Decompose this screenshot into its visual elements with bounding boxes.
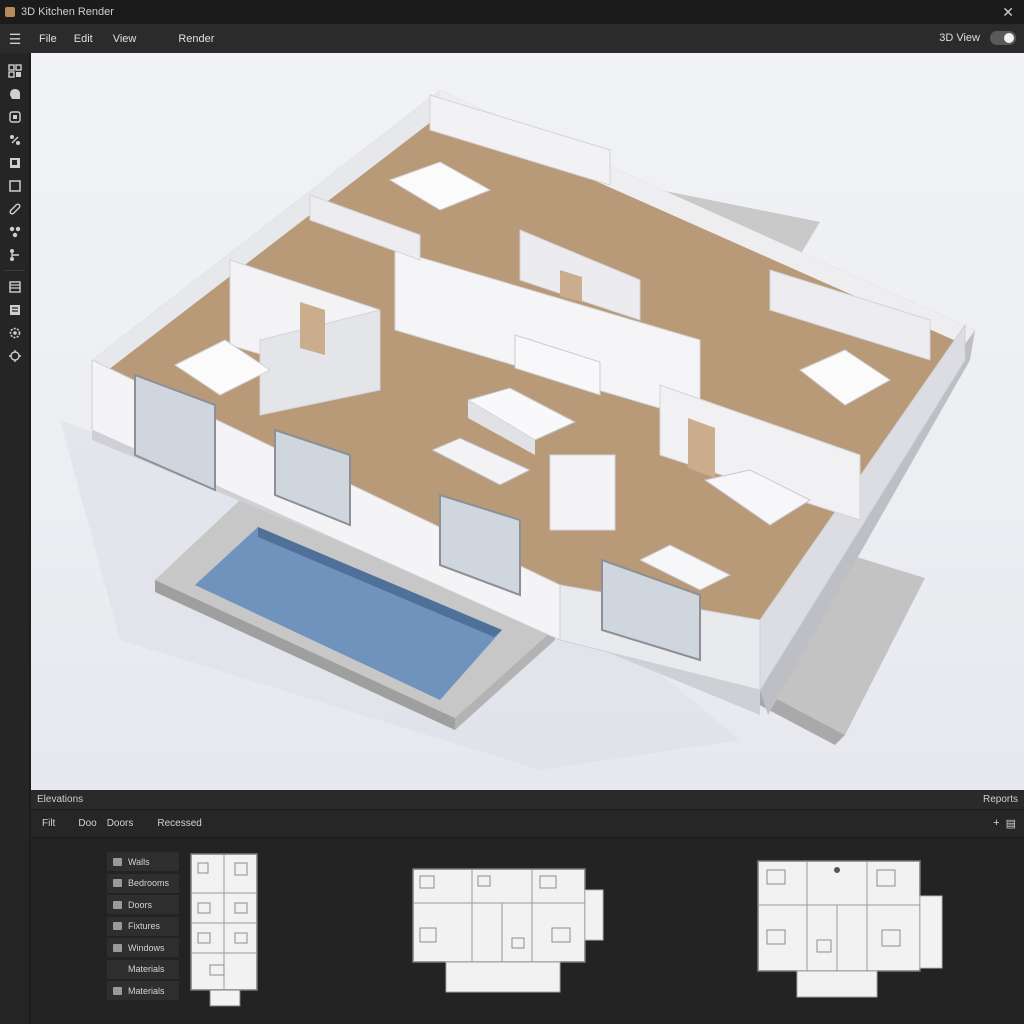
- layer-label: Materials: [128, 964, 165, 974]
- window-title: 3D Kitchen Render: [21, 6, 114, 18]
- hamburger-menu-icon[interactable]: ☰: [0, 31, 30, 48]
- material-icon: [113, 986, 122, 995]
- tool-rail: [0, 53, 30, 1024]
- tool-separator: [4, 270, 25, 271]
- floorplan-3d-render: [60, 90, 975, 770]
- title-bar: 3D Kitchen Render ✕: [0, 0, 1024, 25]
- wall-icon: [113, 857, 122, 866]
- layer-doors[interactable]: Doors: [107, 895, 179, 914]
- node-tool-icon[interactable]: [0, 243, 30, 266]
- plan-thumbnail-1[interactable]: [190, 853, 260, 1013]
- layer-fixtures[interactable]: Fixtures: [107, 916, 179, 936]
- layers-panel-icon[interactable]: [0, 275, 30, 298]
- window-icon: [113, 943, 122, 952]
- measure-tool-icon[interactable]: [0, 197, 30, 220]
- fixture-icon: [113, 922, 122, 930]
- interior-wall: [549, 454, 616, 531]
- render-settings-icon[interactable]: [0, 344, 30, 367]
- view-toggle-group: 3D View: [939, 31, 1016, 45]
- tab-doors[interactable]: Doors: [107, 818, 134, 829]
- move-tool-icon[interactable]: [0, 128, 30, 151]
- elevations-title: Elevations: [37, 794, 84, 805]
- rectangle-tool-icon[interactable]: [0, 174, 30, 197]
- save-icon[interactable]: ▤: [1006, 817, 1016, 830]
- door-opening: [688, 418, 715, 478]
- layer-label: Windows: [128, 942, 165, 953]
- door-opening: [300, 302, 325, 355]
- app-icon: [5, 7, 15, 17]
- group-tool-icon[interactable]: [0, 220, 30, 243]
- list-panel-icon[interactable]: [0, 298, 30, 321]
- view-toggle-label: 3D View: [939, 32, 980, 44]
- menu-file[interactable]: File: [39, 33, 57, 45]
- layer-label: Materials: [128, 985, 165, 996]
- panel-header: Elevations Reports: [31, 790, 1024, 810]
- close-icon[interactable]: ✕: [1002, 4, 1014, 21]
- add-icon[interactable]: +: [993, 817, 999, 830]
- tab-doo[interactable]: Doo: [78, 818, 96, 829]
- menu-render[interactable]: Render: [178, 33, 214, 45]
- toggle-knob: [1004, 33, 1014, 43]
- layer-windows[interactable]: Windows: [107, 938, 179, 957]
- shape-tool-icon[interactable]: [0, 82, 30, 105]
- menu-bar: ☰ File Edit View Render 3D View: [0, 25, 1024, 53]
- tab-recessed[interactable]: Recessed: [157, 818, 201, 829]
- menu-edit[interactable]: Edit: [74, 33, 93, 45]
- reports-title[interactable]: Reports: [983, 794, 1018, 805]
- select-tool-icon[interactable]: [0, 59, 30, 82]
- layer-label: Fixtures: [128, 921, 161, 931]
- menu-view[interactable]: View: [113, 33, 137, 45]
- settings-icon[interactable]: [0, 321, 30, 344]
- 3d-viewport[interactable]: [31, 53, 1024, 790]
- door-icon: [113, 900, 122, 909]
- layer-materials-2[interactable]: Materials: [107, 981, 179, 1000]
- panel-body: Walls Bedrooms Doors Fixtures Windows Ma…: [31, 838, 1024, 1024]
- layer-label: Doors: [128, 899, 153, 910]
- layer-bedrooms[interactable]: Bedrooms: [107, 873, 179, 893]
- 3d-view-toggle[interactable]: [990, 31, 1016, 45]
- layer-materials[interactable]: Materials: [107, 959, 179, 979]
- frame-tool-icon[interactable]: [0, 151, 30, 174]
- panel-toolbar: Filt Doo Doors Recessed + ▤: [31, 810, 1024, 838]
- layer-label: Bedrooms: [128, 878, 170, 888]
- plan-thumbnail-2[interactable]: [412, 868, 607, 998]
- plan-thumbnail-3[interactable]: [757, 860, 947, 1005]
- object-tool-icon[interactable]: [0, 105, 30, 128]
- layer-label: Walls: [128, 856, 150, 867]
- bedroom-icon: [113, 879, 122, 887]
- tab-filt[interactable]: Filt: [42, 818, 55, 829]
- layer-list: Walls Bedrooms Doors Fixtures Windows Ma…: [107, 852, 179, 1003]
- panel-toolbar-icons: + ▤: [993, 817, 1016, 830]
- layer-walls[interactable]: Walls: [107, 852, 179, 871]
